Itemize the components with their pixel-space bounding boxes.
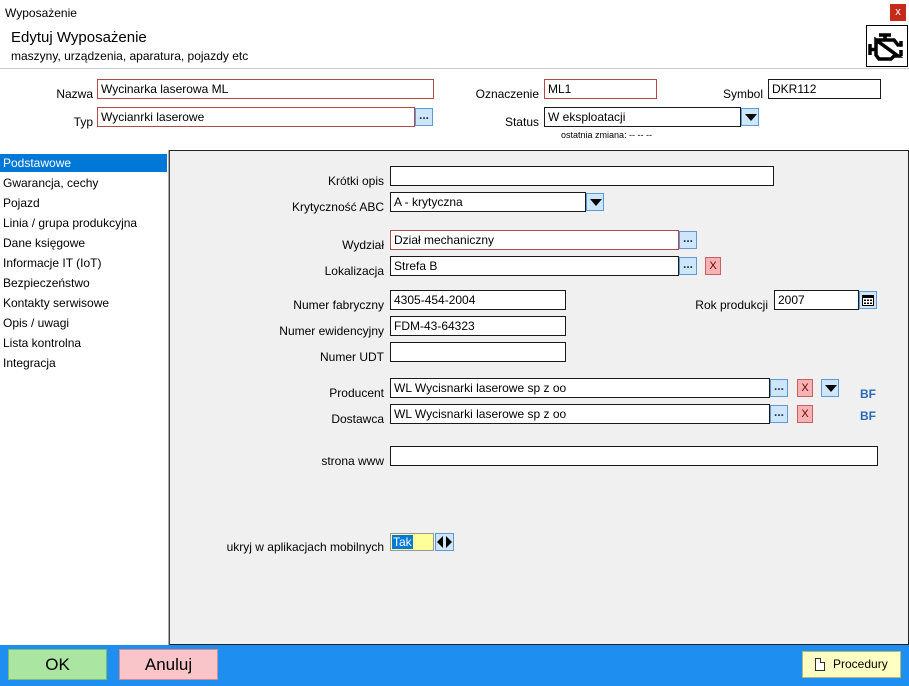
mobile-hide-value: Tak — [392, 535, 413, 549]
left-right-arrows-icon — [437, 536, 452, 548]
krytycznosc-label: Krytyczność ABC — [291, 200, 384, 214]
wydzial-input[interactable]: Dział mechaniczny — [390, 230, 679, 250]
producent-input[interactable]: WL Wycisnarki laserowe sp z oo — [390, 378, 770, 398]
lokalizacja-clear-button[interactable]: X — [705, 257, 721, 275]
numer-ewidencyjny-input[interactable]: FDM-43-64323 — [390, 316, 566, 336]
document-icon — [815, 658, 825, 671]
nazwa-label: Nazwa — [56, 87, 93, 101]
page-subtitle: maszyny, urządzenia, aparatura, pojazdy … — [11, 49, 249, 63]
sidebar-item-lista-kontrolna[interactable]: Lista kontrolna — [0, 334, 167, 352]
strona-www-input[interactable] — [390, 446, 878, 466]
typ-input[interactable]: Wycianrki laserowe — [97, 107, 415, 127]
krytycznosc-dropdown-button[interactable] — [586, 193, 604, 211]
sidebar-item-linia[interactable]: Linia / grupa produkcyjna — [0, 214, 167, 232]
symbol-input[interactable]: DKR112 — [768, 79, 881, 99]
engine-icon — [866, 25, 908, 67]
typ-label: Typ — [73, 115, 93, 129]
page-title: Edytuj Wyposażenie — [11, 29, 147, 46]
producent-label: Producent — [329, 386, 384, 400]
procedury-label: Procedury — [833, 657, 888, 671]
numer-ewidencyjny-label: Numer ewidencyjny — [279, 324, 384, 338]
sidebar-item-pojazd[interactable]: Pojazd — [0, 194, 167, 212]
producent-clear-button[interactable]: X — [797, 379, 813, 397]
numer-udt-label: Numer UDT — [319, 350, 384, 364]
toggle-arrows-button[interactable] — [435, 533, 454, 551]
dostawca-bf-link[interactable]: BF — [860, 409, 876, 423]
status-select[interactable]: W eksploatacji — [544, 107, 741, 127]
sidebar-item-podstawowe[interactable]: Podstawowe — [0, 154, 167, 172]
nazwa-input[interactable]: Wycinarka laserowa ML — [97, 79, 434, 99]
wydzial-picker-button[interactable]: ... — [679, 231, 697, 249]
sidebar-item-kontakty[interactable]: Kontakty serwisowe — [0, 294, 167, 312]
dostawca-clear-button[interactable]: X — [797, 405, 813, 423]
window-title: Wyposażenie — [5, 6, 77, 20]
numer-udt-input[interactable] — [390, 342, 566, 362]
mobile-hide-label: ukryj w aplikacjach mobilnych — [226, 540, 384, 554]
lokalizacja-picker-button[interactable]: ... — [679, 257, 697, 275]
sidebar: Podstawowe Gwarancja, cechy Pojazd Linia… — [0, 150, 169, 645]
producent-dropdown-button[interactable] — [821, 379, 839, 397]
rok-produkcji-label: Rok produkcji — [695, 298, 768, 312]
close-button[interactable]: x — [890, 4, 906, 21]
cancel-button[interactable]: Anuluj — [119, 649, 218, 680]
producent-picker-button[interactable]: ... — [770, 379, 788, 397]
mobile-hide-toggle[interactable]: Tak — [390, 533, 434, 551]
rok-produkcji-input[interactable]: 2007 — [774, 290, 859, 310]
numer-fabryczny-label: Numer fabryczny — [293, 298, 384, 312]
strona-www-label: strona www — [321, 454, 384, 468]
dostawca-label: Dostawca — [331, 412, 384, 426]
dostawca-input[interactable]: WL Wycisnarki laserowe sp z oo — [390, 404, 770, 424]
lokalizacja-label: Lokalizacja — [324, 264, 384, 278]
title-bar: Wyposażenie x — [0, 0, 909, 24]
calendar-icon — [862, 295, 874, 306]
sidebar-item-informacje-it[interactable]: Informacje IT (IoT) — [0, 254, 167, 272]
typ-picker-button[interactable]: ... — [415, 108, 433, 126]
producent-bf-link[interactable]: BF — [860, 387, 876, 401]
dostawca-picker-button[interactable]: ... — [770, 405, 788, 423]
sidebar-item-integracja[interactable]: Integracja — [0, 354, 167, 372]
sidebar-item-opis[interactable]: Opis / uwagi — [0, 314, 167, 332]
numer-fabryczny-input[interactable]: 4305-454-2004 — [390, 290, 566, 310]
calendar-button[interactable] — [859, 291, 877, 309]
last-change-text: ostatnia zmiana: -- -- -- — [561, 130, 653, 140]
sidebar-item-bezpieczenstwo[interactable]: Bezpieczeństwo — [0, 274, 167, 292]
krytycznosc-select[interactable]: A - krytyczna — [390, 192, 586, 212]
wydzial-label: Wydział — [342, 238, 384, 252]
procedury-button[interactable]: Procedury — [802, 651, 901, 678]
symbol-label: Symbol — [722, 87, 763, 101]
sidebar-item-dane-ksiegowe[interactable]: Dane księgowe — [0, 234, 167, 252]
oznaczenie-label: Oznaczenie — [475, 87, 539, 101]
lokalizacja-input[interactable]: Strefa B — [390, 256, 679, 276]
sidebar-item-gwarancja[interactable]: Gwarancja, cechy — [0, 174, 167, 192]
status-dropdown-button[interactable] — [741, 108, 759, 126]
header-divider — [0, 68, 909, 69]
oznaczenie-input[interactable]: ML1 — [544, 79, 657, 99]
krotki-opis-label: Krótki opis — [327, 174, 384, 188]
status-label: Status — [504, 115, 539, 129]
krotki-opis-input[interactable] — [390, 166, 774, 186]
ok-button[interactable]: OK — [8, 649, 107, 680]
